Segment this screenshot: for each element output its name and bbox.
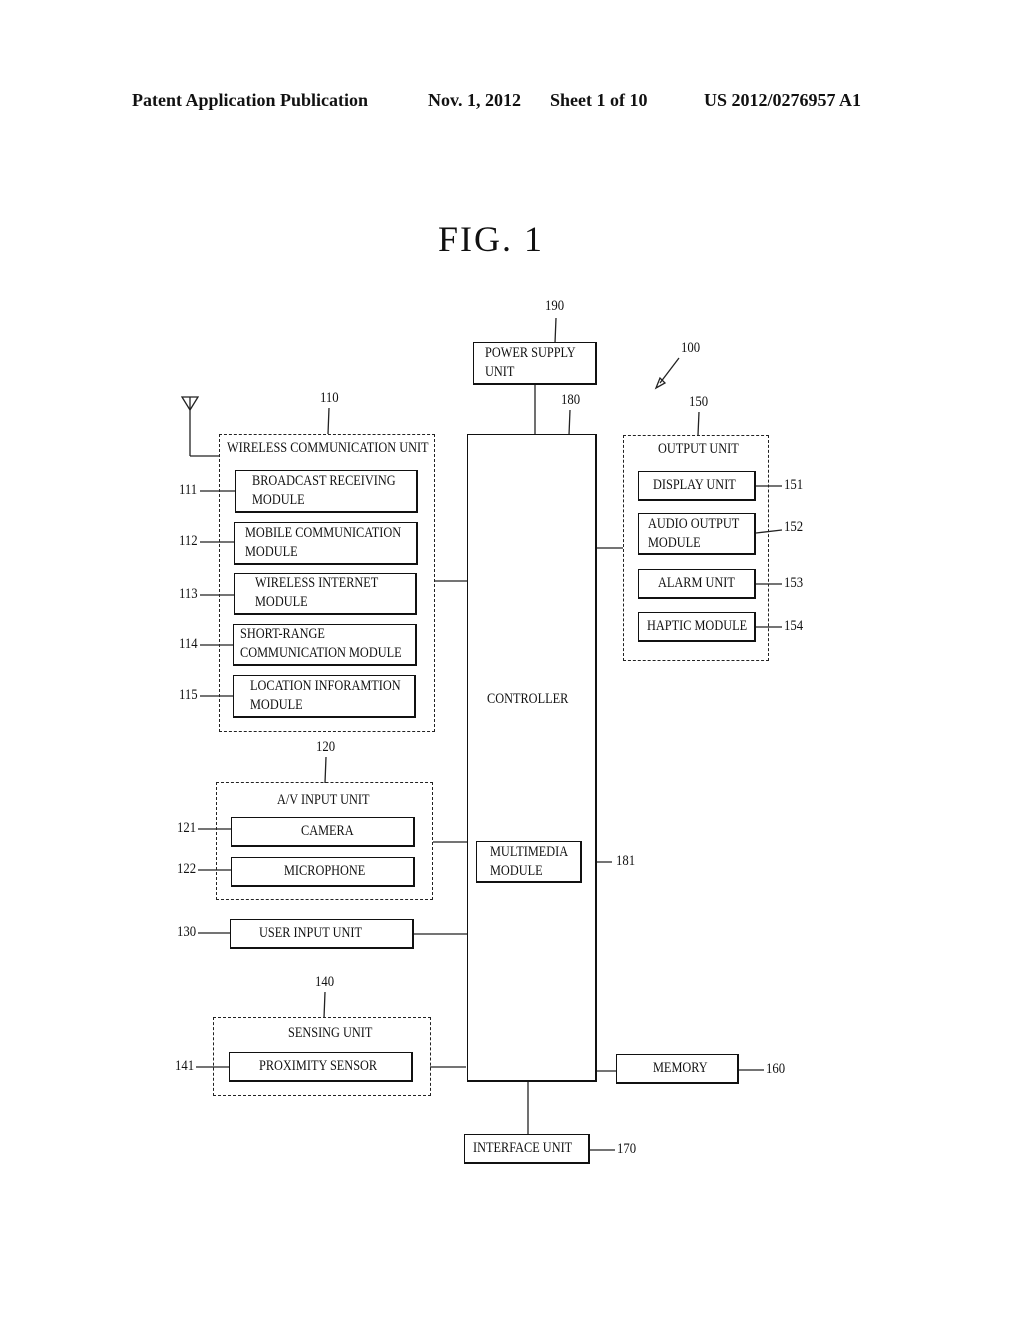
- haptic-module[interactable]: HAPTIC MODULE: [638, 612, 756, 642]
- ref-170: 170: [617, 1141, 637, 1157]
- av-input-label: A/V INPUT UNIT: [277, 792, 370, 808]
- multimedia-label-2: MODULE: [490, 863, 543, 879]
- module-label: ALARM UNIT: [658, 575, 735, 591]
- ref-114: 114: [179, 636, 198, 652]
- camera-module[interactable]: CAMERA: [231, 817, 415, 847]
- module-label: MODULE: [255, 594, 308, 610]
- module-label: INTERFACE UNIT: [473, 1140, 573, 1156]
- ref-111: 111: [179, 482, 198, 498]
- ref-150: 150: [689, 394, 709, 410]
- module-label: MICROPHONE: [284, 863, 366, 879]
- power-supply-label-2: UNIT: [485, 364, 515, 380]
- ref-115: 115: [179, 687, 198, 703]
- proximity-sensor[interactable]: PROXIMITY SENSOR: [229, 1052, 413, 1082]
- wireless-internet-module[interactable]: WIRELESS INTERNET MODULE: [234, 573, 417, 615]
- module-label: MODULE: [648, 535, 701, 551]
- ref-190: 190: [545, 298, 565, 314]
- module-label: MEMORY: [653, 1060, 708, 1076]
- mobile-communication-module[interactable]: MOBILE COMMUNICATION MODULE: [234, 522, 418, 565]
- module-label: AUDIO OUTPUT: [648, 516, 740, 532]
- output-unit-label: OUTPUT UNIT: [658, 441, 739, 457]
- module-label: WIRELESS INTERNET: [255, 575, 379, 591]
- module-label: MODULE: [245, 544, 298, 560]
- ref-152: 152: [784, 519, 804, 535]
- module-label: MODULE: [250, 697, 303, 713]
- ref-153: 153: [784, 575, 804, 591]
- ref-180: 180: [561, 392, 581, 408]
- power-supply-label-1: POWER SUPPLY: [485, 345, 576, 361]
- ref-100: 100: [681, 340, 701, 356]
- ref-121: 121: [177, 820, 197, 836]
- microphone-module[interactable]: MICROPHONE: [231, 857, 415, 887]
- wireless-unit-label: WIRELESS COMMUNICATION UNIT: [227, 440, 429, 456]
- module-label: LOCATION INFORAMTION: [250, 678, 401, 694]
- multimedia-module[interactable]: MULTIMEDIA MODULE: [476, 841, 582, 883]
- ref-113: 113: [179, 586, 198, 602]
- module-label: DISPLAY UNIT: [653, 477, 736, 493]
- ref-122: 122: [177, 861, 197, 877]
- sensing-unit-label: SENSING UNIT: [288, 1025, 373, 1041]
- controller[interactable]: CONTROLLER: [467, 434, 597, 1082]
- location-information-module[interactable]: LOCATION INFORAMTION MODULE: [233, 675, 416, 718]
- broadcast-receiving-module[interactable]: BROADCAST RECEIVING MODULE: [235, 470, 418, 513]
- module-label: MOBILE COMMUNICATION: [245, 525, 402, 541]
- module-label: USER INPUT UNIT: [259, 925, 362, 941]
- module-label: SHORT-RANGE: [240, 626, 325, 642]
- module-label: CAMERA: [301, 823, 354, 839]
- ref-130: 130: [177, 924, 197, 940]
- controller-label: CONTROLLER: [487, 691, 569, 707]
- ref-141: 141: [175, 1058, 195, 1074]
- multimedia-label-1: MULTIMEDIA: [490, 844, 569, 860]
- ref-151: 151: [784, 477, 804, 493]
- memory[interactable]: MEMORY: [616, 1054, 739, 1084]
- audio-output-module[interactable]: AUDIO OUTPUT MODULE: [638, 513, 756, 555]
- user-input-unit[interactable]: USER INPUT UNIT: [230, 919, 414, 949]
- alarm-unit[interactable]: ALARM UNIT: [638, 569, 756, 599]
- module-label: BROADCAST RECEIVING: [252, 473, 396, 489]
- ref-112: 112: [179, 533, 198, 549]
- ref-160: 160: [766, 1061, 786, 1077]
- ref-110: 110: [320, 390, 339, 406]
- module-label: MODULE: [252, 492, 305, 508]
- module-label: PROXIMITY SENSOR: [259, 1058, 378, 1074]
- ref-140: 140: [315, 974, 335, 990]
- power-supply-unit[interactable]: POWER SUPPLY UNIT: [473, 342, 597, 385]
- interface-unit[interactable]: INTERFACE UNIT: [464, 1134, 590, 1164]
- display-unit[interactable]: DISPLAY UNIT: [638, 471, 756, 501]
- short-range-communication-module[interactable]: SHORT-RANGE COMMUNICATION MODULE: [233, 624, 417, 666]
- ref-154: 154: [784, 618, 804, 634]
- module-label: HAPTIC MODULE: [647, 618, 748, 634]
- module-label: COMMUNICATION MODULE: [240, 645, 402, 661]
- ref-181: 181: [616, 853, 636, 869]
- ref-120: 120: [316, 739, 336, 755]
- antenna-icon: [180, 396, 219, 457]
